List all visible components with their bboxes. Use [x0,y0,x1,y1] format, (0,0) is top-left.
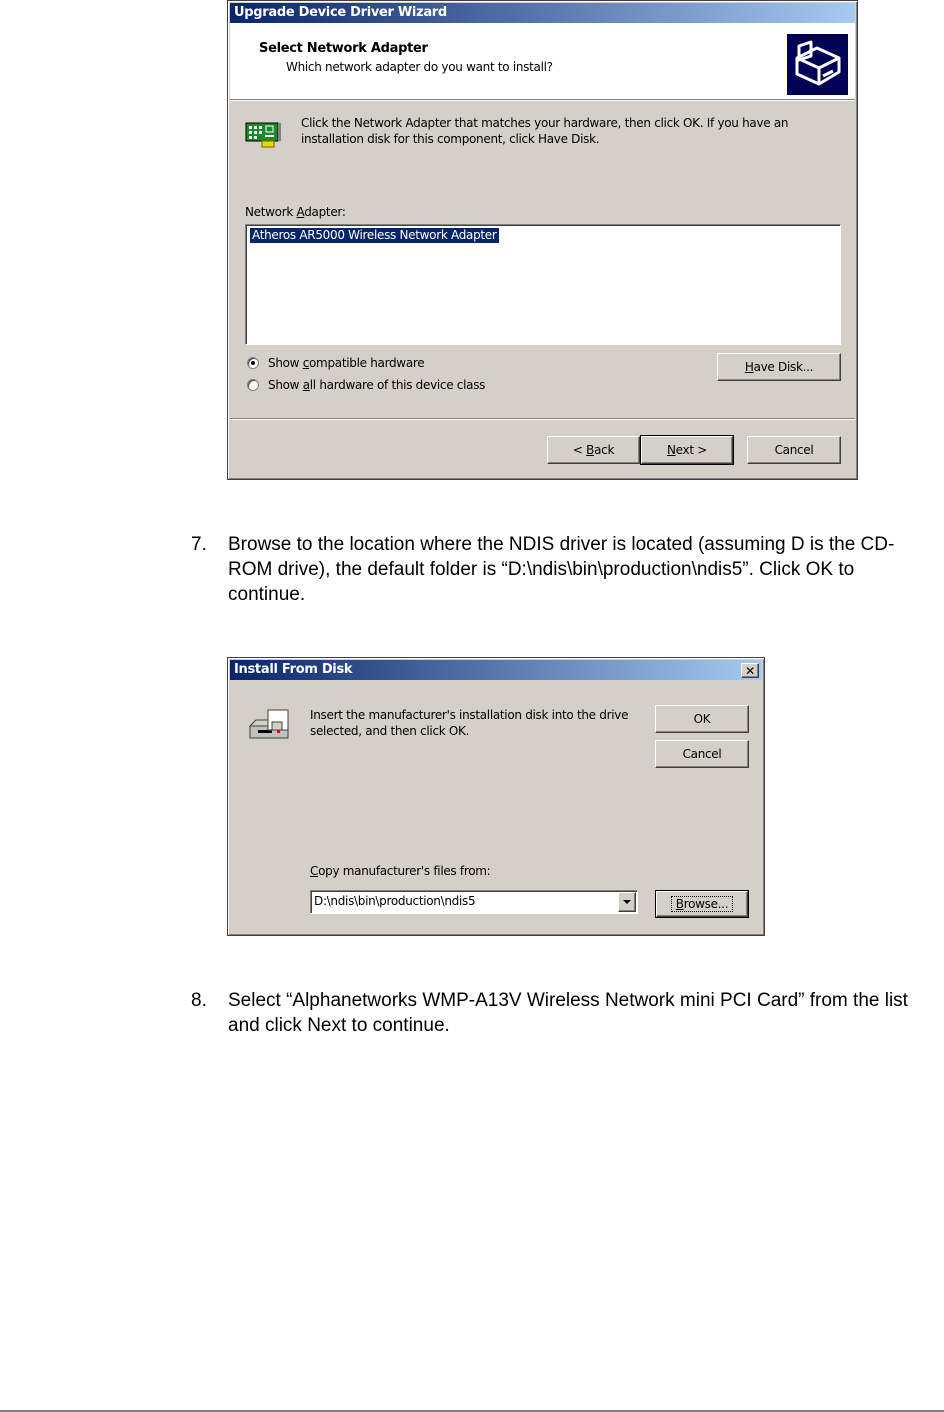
dropdown-button[interactable] [618,892,636,912]
copy-from-path-combobox[interactable]: D:\ndis\bin\production\ndis5 [310,890,638,914]
step-number: 8. [191,990,207,1011]
browse-button[interactable]: Browse... [655,890,749,918]
close-icon: ✕ [745,664,755,678]
network-card-icon [244,120,284,150]
radio-label: Show compatible hardware [268,356,425,370]
wizard-title-bar: Upgrade Device Driver Wizard [230,3,855,23]
wizard-header-subtitle: Which network adapter do you want to ins… [286,60,553,74]
dialog-title: Install From Disk [234,662,353,677]
radio-button-checked[interactable] [247,357,259,369]
dialog-cancel-button[interactable]: Cancel [655,740,749,768]
floppy-drive-icon [248,708,290,744]
radio-label: Show all hardware of this device class [268,378,486,392]
hardware-drawer-icon [787,34,848,95]
header-separator [230,99,855,101]
list-item[interactable]: Atheros AR5000 Wireless Network Adapter [249,227,500,244]
cancel-button[interactable]: Cancel [747,436,841,464]
copy-from-label: Copy manufacturer's files from: [310,864,491,878]
back-button[interactable]: < Back [547,436,640,464]
next-button[interactable]: Next > [640,435,734,465]
dialog-message: Insert the manufacturer's installation d… [310,708,629,738]
radio-show-compatible[interactable]: Show compatible hardware [247,356,547,372]
wizard-title: Upgrade Device Driver Wizard [234,5,447,20]
ok-button[interactable]: OK [655,705,749,733]
step-text: Select “Alphanetworks WMP-A13V Wireless … [228,990,908,1036]
radio-show-all[interactable]: Show all hardware of this device class [247,378,547,394]
close-button[interactable]: ✕ [741,663,759,678]
install-from-disk-dialog: Install From Disk ✕ Insert the manufactu… [227,657,765,936]
network-adapter-label: Network Adapter: [245,205,346,219]
chevron-down-icon [623,900,631,904]
step-number: 7. [191,534,207,555]
wizard-instruction: Click the Network Adapter that matches y… [301,116,789,146]
path-input[interactable]: D:\ndis\bin\production\ndis5 [314,894,476,908]
step-text: Browse to the location where the NDIS dr… [228,534,895,605]
radio-button-unchecked[interactable] [247,379,259,391]
wizard-header: Select Network Adapter Which network ada… [230,23,855,99]
upgrade-driver-wizard-window: Upgrade Device Driver Wizard Select Netw… [227,0,858,480]
wizard-header-title: Select Network Adapter [259,41,428,56]
dialog-title-bar: Install From Disk ✕ [230,660,762,680]
network-adapter-list[interactable]: Atheros AR5000 Wireless Network Adapter [245,224,841,345]
footer-separator [230,418,855,420]
have-disk-button[interactable]: Have Disk... [717,353,841,381]
